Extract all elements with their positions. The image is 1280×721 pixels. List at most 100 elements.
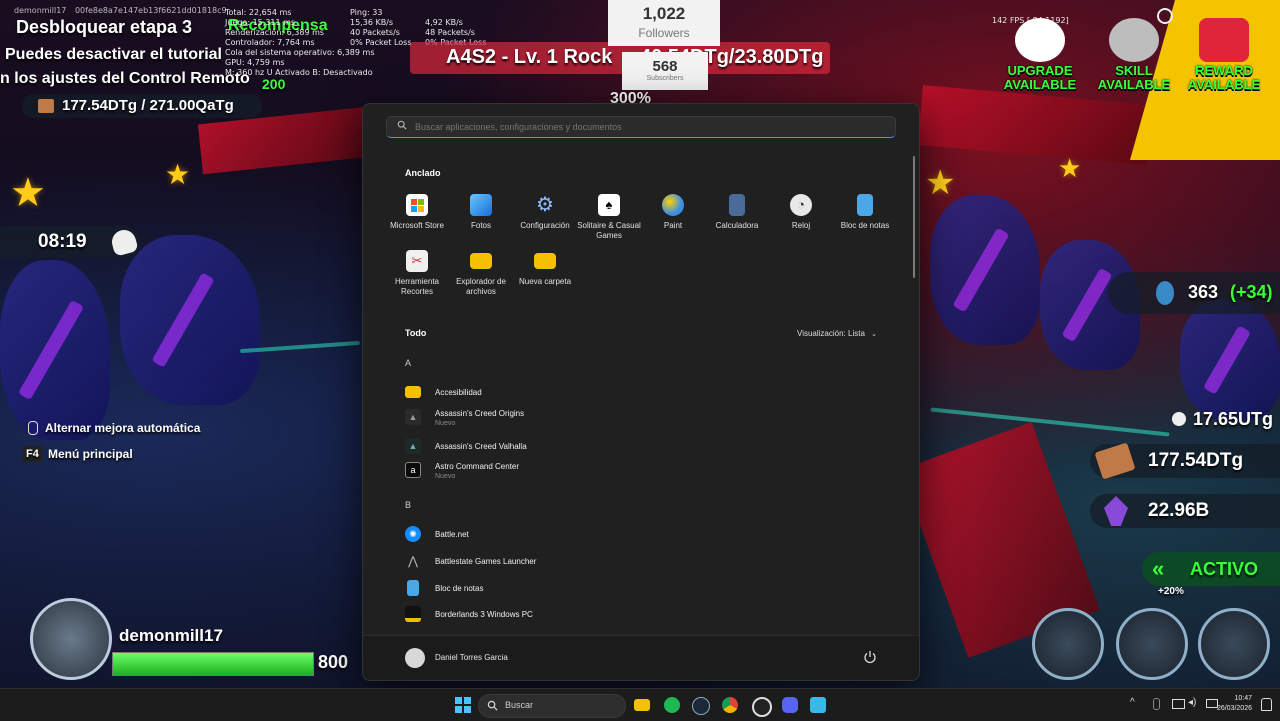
- chrome-icon[interactable]: [722, 697, 738, 713]
- notepad-icon: [857, 194, 873, 216]
- subscribers-label: Subscribers: [646, 75, 684, 82]
- timer-pill: 08:19: [0, 226, 140, 258]
- settings-gear-icon: ⚙: [536, 194, 554, 216]
- discord-icon[interactable]: [782, 697, 798, 713]
- microphone-icon[interactable]: [1153, 698, 1160, 710]
- start-menu: Anclado Microsoft Store Fotos ⚙ Configur…: [362, 103, 920, 681]
- taskbar: Buscar ^ ◂) 10:47 26/03/2026: [0, 688, 1280, 721]
- upgrade-paw-icon: [1015, 18, 1065, 62]
- app-row-battlestate[interactable]: ⋀ Battlestate Games Launcher: [405, 550, 875, 572]
- skill-tornado-icon: [1109, 18, 1159, 62]
- pinned-app-paint[interactable]: Paint: [641, 194, 705, 231]
- file-explorer-icon[interactable]: [634, 699, 650, 711]
- paint-palette-icon: [662, 194, 684, 216]
- pinned-section-title: Anclado: [405, 168, 441, 178]
- skill-badge[interactable]: SKILL AVAILABLE: [1096, 18, 1172, 92]
- spotify-icon[interactable]: [664, 697, 680, 713]
- app-row-ac-origins[interactable]: ▲ Assassin's Creed Origins Nuevo: [405, 406, 875, 428]
- steam-icon[interactable]: [692, 697, 710, 715]
- active-bonus: +20%: [1158, 586, 1184, 597]
- app-row-accesibilidad[interactable]: Accesibilidad: [405, 381, 875, 403]
- crystal-icon: [1104, 496, 1128, 526]
- power-icon[interactable]: [863, 650, 877, 664]
- ac-valhalla-icon: ▲: [405, 438, 421, 454]
- all-apps-title: Todo: [405, 328, 427, 338]
- ac-origins-icon: ▲: [405, 409, 421, 425]
- tutorial-line-2: n los ajustes del Control Remoto: [0, 70, 250, 87]
- calculator-icon: [729, 194, 745, 216]
- health-bar: [112, 652, 314, 676]
- folder-icon: [405, 386, 421, 398]
- obs-icon[interactable]: [752, 697, 772, 717]
- ghost-icon: [109, 227, 139, 257]
- reward-badge[interactable]: REWARD AVAILABLE: [1186, 18, 1262, 92]
- user-avatar[interactable]: [405, 648, 425, 668]
- brick-icon: [38, 99, 54, 113]
- app-row-borderlands[interactable]: Borderlands 3 Windows PC: [405, 603, 875, 625]
- pinned-app-calculadora[interactable]: Calculadora: [705, 194, 769, 231]
- folder-icon: [534, 253, 556, 269]
- skull-icon: [1172, 412, 1186, 426]
- user-name[interactable]: Daniel Torres Garcia: [435, 653, 508, 662]
- network-icon[interactable]: [1172, 699, 1185, 709]
- remote-slot[interactable]: [1198, 608, 1270, 680]
- search-icon: [487, 700, 498, 711]
- group-letter-b[interactable]: B: [405, 500, 411, 510]
- notification-icon[interactable]: [1261, 698, 1272, 711]
- start-search-input[interactable]: [415, 117, 885, 137]
- start-search-box[interactable]: [386, 116, 896, 138]
- pinned-app-solitaire[interactable]: ♠ Solitaire & Casual Games: [577, 194, 641, 241]
- pinned-app-explorador[interactable]: Explorador de archivos: [449, 250, 513, 297]
- snipping-tool-icon: ✂: [406, 250, 428, 272]
- progress-value: 177.54DTg / 271.00QaTg: [62, 97, 234, 114]
- pinned-app-fotos[interactable]: Fotos: [449, 194, 513, 231]
- view-toggle[interactable]: Visualización: Lista ⌄: [797, 329, 877, 338]
- store-icon: [406, 194, 428, 216]
- search-icon: [397, 120, 407, 130]
- hint-main-menu: Menú principal: [48, 447, 133, 461]
- notepad-icon: [407, 580, 419, 596]
- battlenet-icon: ✺: [405, 526, 421, 542]
- gift-icon: [1199, 18, 1249, 62]
- subscribers-box: 568 Subscribers: [622, 52, 708, 90]
- gem-bonus: (+34): [1230, 282, 1273, 302]
- crystal-value: 22.96B: [1148, 500, 1210, 521]
- pinned-app-microsoft-store[interactable]: Microsoft Store: [385, 194, 449, 231]
- borderlands-icon: [405, 606, 421, 622]
- volume-icon[interactable]: ◂): [1188, 697, 1196, 708]
- app-row-astro[interactable]: a Astro Command Center Nuevo: [405, 459, 875, 481]
- app-row-bloc-de-notas[interactable]: Bloc de notas: [405, 577, 875, 599]
- rifle-slot[interactable]: [1116, 608, 1188, 680]
- windows-start-icon[interactable]: [455, 697, 471, 713]
- mouse-icon: [28, 421, 38, 435]
- progress-pill: 177.54DTg / 271.00QaTg: [22, 94, 262, 118]
- tutorial-title: Desbloquear etapa 3: [16, 17, 193, 37]
- player-name: demonmill17: [119, 626, 223, 645]
- battlestate-icon: ⋀: [408, 554, 418, 568]
- pinned-app-configuracion[interactable]: ⚙ Configuración: [513, 194, 577, 231]
- start-menu-footer: Daniel Torres Garcia: [363, 635, 919, 680]
- group-letter-a[interactable]: A: [405, 358, 411, 368]
- tray-chevron-up-icon[interactable]: ^: [1130, 697, 1135, 708]
- star-icon: ★: [925, 164, 956, 202]
- pickaxe-slot[interactable]: [1032, 608, 1104, 680]
- followers-box: 1,022 Followers: [608, 0, 720, 46]
- player-avatar: [30, 598, 112, 680]
- health-bar-fill: [113, 653, 313, 675]
- crystal-pill: 22.96B: [1090, 494, 1280, 528]
- start-menu-scrollbar[interactable]: [913, 156, 915, 278]
- taskbar-search[interactable]: Buscar: [478, 694, 626, 718]
- brick-value: 177.54DTg: [1148, 450, 1244, 471]
- pinned-app-nueva-carpeta[interactable]: Nueva carpeta: [513, 250, 577, 287]
- health-value: 800: [318, 652, 349, 672]
- pinned-app-herramienta-recortes[interactable]: ✂ Herramienta Recortes: [385, 250, 449, 297]
- pinned-app-bloc-de-notas[interactable]: Bloc de notas: [833, 194, 897, 231]
- brick-icon: [1094, 442, 1136, 480]
- app-icon[interactable]: [810, 697, 826, 713]
- app-row-ac-valhalla[interactable]: ▲ Assassin's Creed Valhalla: [405, 435, 875, 457]
- clock[interactable]: 10:47 26/03/2026: [1217, 694, 1252, 714]
- app-row-battlenet[interactable]: ✺ Battle.net: [405, 523, 875, 545]
- pinned-app-reloj[interactable]: ◔ Reloj: [769, 194, 833, 231]
- upgrade-badge[interactable]: UPGRADE AVAILABLE: [1002, 18, 1078, 92]
- clock-time: 10:47: [1234, 695, 1252, 702]
